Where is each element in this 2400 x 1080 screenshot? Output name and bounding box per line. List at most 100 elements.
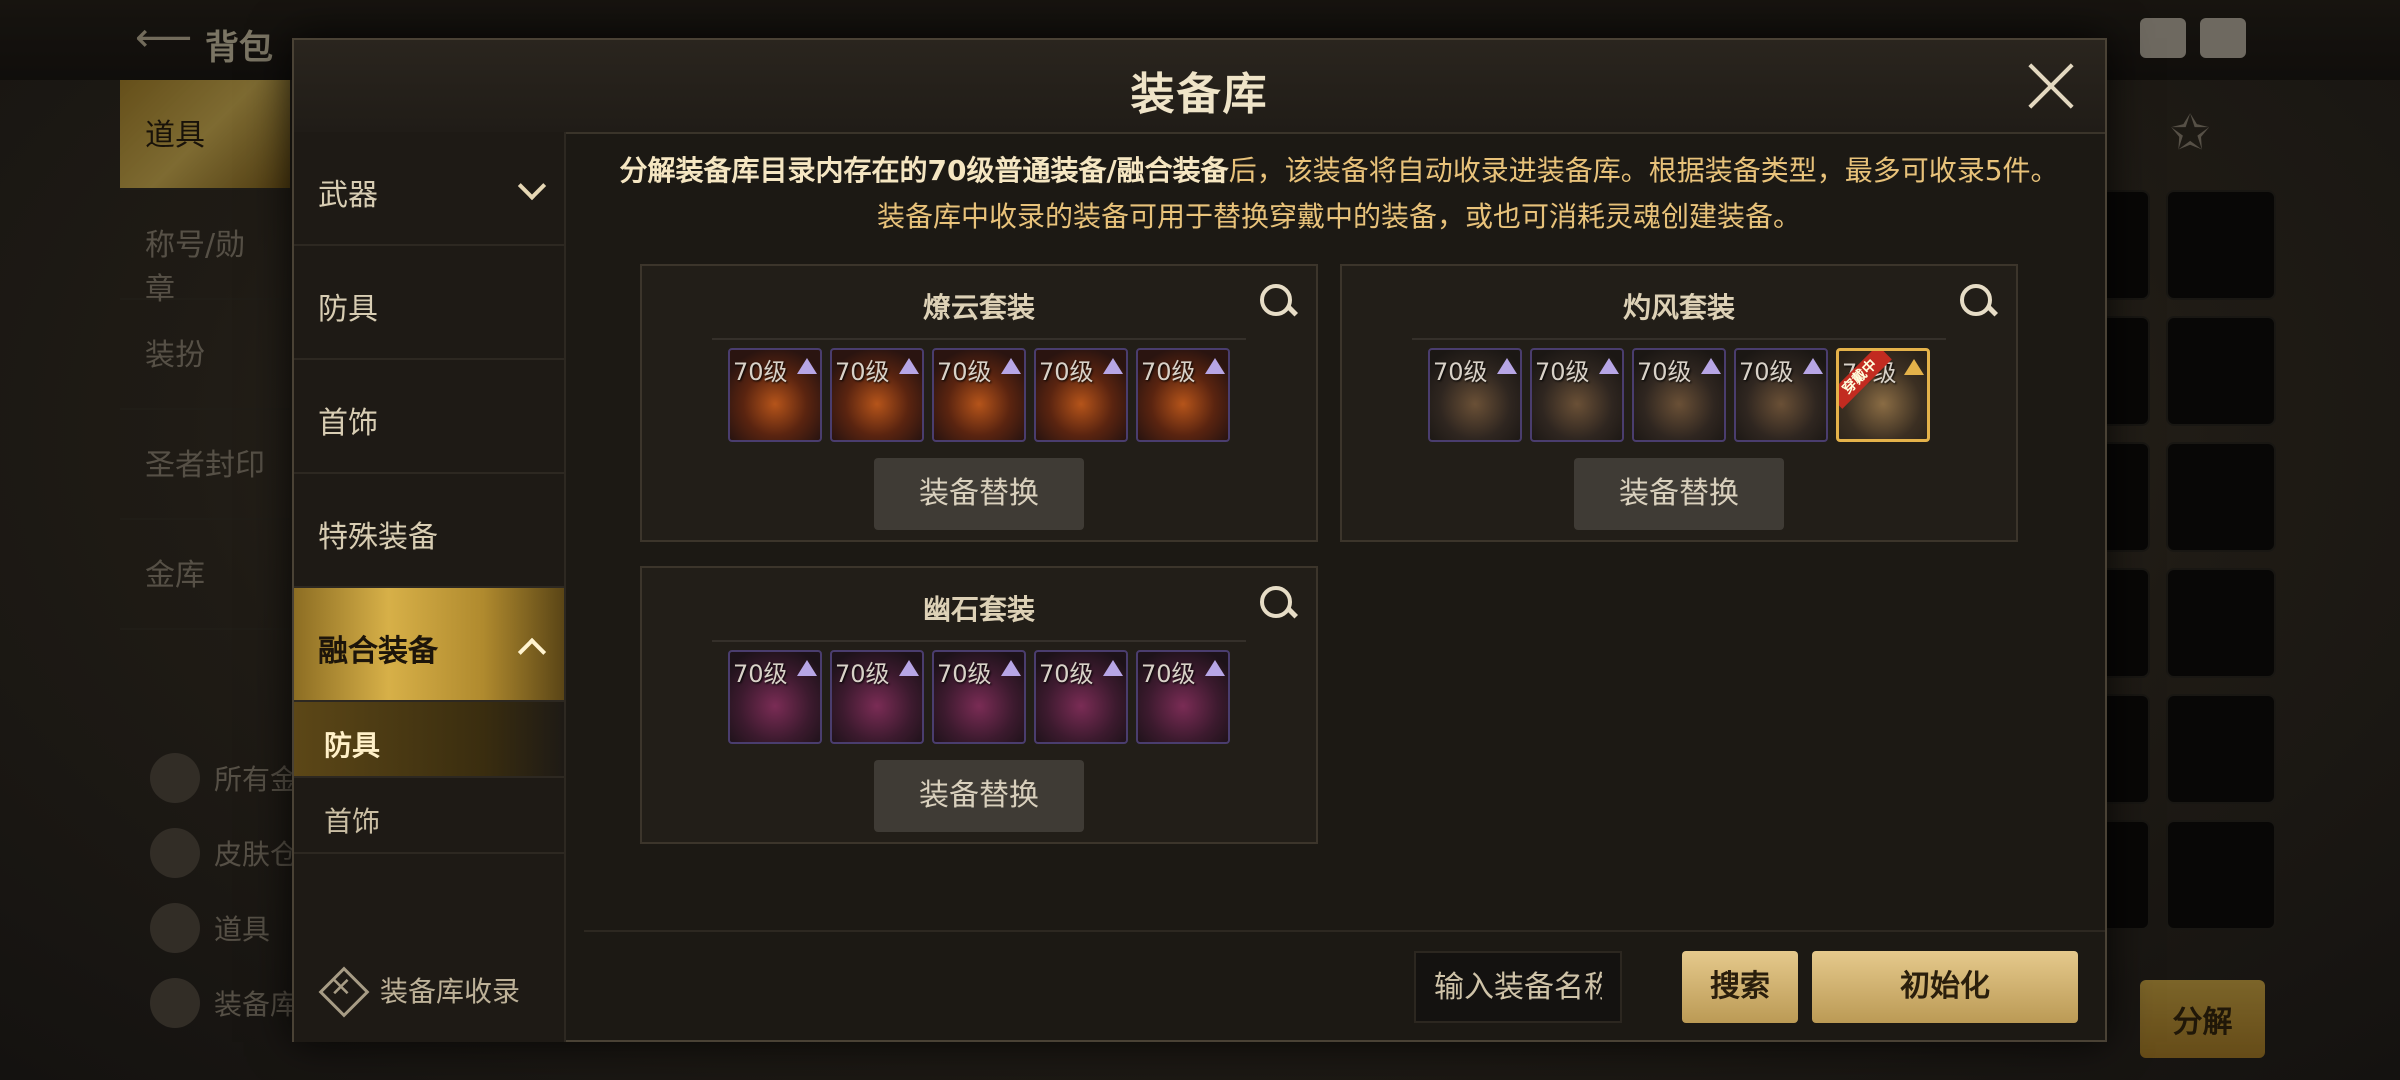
search-icon[interactable] [1258, 584, 1298, 624]
category-label: 特殊装备 [318, 520, 438, 555]
grade-triangle-icon [1701, 358, 1721, 374]
inventory-slot[interactable] [2166, 694, 2276, 804]
set-title: 灼风套装 [1622, 291, 1735, 324]
bg-bottom-label: 装备库 [214, 987, 299, 1021]
grade-triangle-icon [1103, 660, 1123, 676]
category-weapon[interactable]: 武器 [294, 132, 564, 246]
inventory-slot[interactable] [2166, 568, 2276, 678]
collection-icon [318, 966, 366, 1014]
grade-triangle-icon [899, 660, 919, 676]
search-icon[interactable] [1258, 282, 1298, 322]
equipment-slot[interactable]: 70级 [1428, 348, 1522, 442]
back-arrow-icon[interactable]: ⟵ [135, 15, 192, 61]
item-level: 70级 [1141, 358, 1196, 386]
equipment-slot[interactable]: 70级 [830, 650, 924, 744]
grade-triangle-icon [797, 358, 817, 374]
bg-nav-item[interactable]: 金库 [120, 520, 290, 630]
item-level: 70级 [1637, 358, 1692, 386]
bg-nav-item[interactable]: 圣者封印 [120, 410, 290, 520]
subcategory-armor[interactable]: 防具 [294, 702, 564, 778]
bg-nav-item[interactable]: 称号/勋章 [120, 190, 290, 307]
inventory-slot[interactable] [2166, 316, 2276, 426]
divider [712, 338, 1246, 340]
mail-icon[interactable] [2140, 18, 2186, 58]
item-level: 70级 [733, 358, 788, 386]
set-items: 70级 70级 70级 70级 70级穿戴中 [1342, 348, 2016, 442]
search-button[interactable]: 搜索 [1682, 951, 1798, 1023]
inventory-slot[interactable] [2166, 820, 2276, 930]
equipment-slot[interactable]: 70级 [1034, 348, 1128, 442]
grade-triangle-icon [1001, 358, 1021, 374]
armory-collection-link[interactable]: 装备库收录 [318, 966, 520, 1014]
description: 分解装备库目录内存在的70级普通装备/融合装备后，该装备将自动收录进装备库。根据… [584, 148, 2094, 240]
category-armor[interactable]: 防具 [294, 246, 564, 360]
inventory-slot[interactable] [2166, 442, 2276, 552]
set-items: 70级 70级 70级 70级 70级 [642, 650, 1316, 744]
search-icon[interactable] [1958, 282, 1998, 322]
category-label: 首饰 [318, 406, 378, 441]
star-icon[interactable]: ✩ [2170, 105, 2210, 161]
bg-bottom-row[interactable]: 所有金 [150, 740, 298, 815]
bg-bottom-list: 所有金 皮肤仓 道具 装备库 [150, 740, 298, 1040]
set-title: 燎云套装 [922, 291, 1035, 324]
item-level: 70级 [1039, 358, 1094, 386]
swap-equipment-button[interactable]: 装备替换 [874, 458, 1084, 530]
collection-label: 装备库收录 [380, 975, 521, 1008]
chevron-down-icon [517, 171, 547, 201]
divider [712, 640, 1246, 642]
grade-triangle-icon [1001, 660, 1021, 676]
item-level: 70级 [1739, 358, 1794, 386]
item-level: 70级 [1433, 358, 1488, 386]
grade-triangle-icon [1103, 358, 1123, 374]
armory-modal: 装备库 武器 防具 首饰 特殊装备 融合装备 防具 首饰 装备库收录 分解装备库… [292, 38, 2107, 1042]
equipment-slot[interactable]: 70级 [1034, 650, 1128, 744]
bg-nav-item[interactable]: 道具 [120, 80, 290, 190]
gold-icon [150, 752, 200, 803]
equipment-slot[interactable]: 70级 [1136, 348, 1230, 442]
equipment-slot[interactable]: 70级 [1530, 348, 1624, 442]
bg-bottom-row[interactable]: 装备库 [150, 965, 298, 1040]
bg-bottom-label: 所有金 [214, 762, 299, 796]
grade-triangle-icon [899, 358, 919, 374]
equipment-slot[interactable]: 70级 [728, 650, 822, 744]
equipment-slot[interactable]: 70级 [1136, 650, 1230, 744]
grade-triangle-icon [1803, 358, 1823, 374]
equipment-slot[interactable]: 70级 [728, 348, 822, 442]
decompose-button[interactable]: 分解 [2140, 980, 2265, 1058]
description-line-2: 装备库中收录的装备可用于替换穿戴中的装备，或也可消耗灵魂创建装备。 [876, 200, 1801, 233]
subcategory-accessory[interactable]: 首饰 [294, 778, 564, 854]
reset-button[interactable]: 初始化 [1812, 951, 2078, 1023]
equipment-slot[interactable]: 70级 [1734, 348, 1828, 442]
category-list: 武器 防具 首饰 特殊装备 融合装备 防具 首饰 装备库收录 [294, 132, 566, 1042]
category-accessory[interactable]: 首饰 [294, 360, 564, 474]
inventory-slot[interactable] [2166, 190, 2276, 300]
category-fusion[interactable]: 融合装备 [294, 588, 564, 702]
swap-equipment-button[interactable]: 装备替换 [1574, 458, 1784, 530]
grade-triangle-icon [1904, 359, 1924, 375]
close-icon[interactable] [2025, 60, 2077, 112]
item-level: 70级 [1039, 660, 1094, 688]
bg-bottom-row[interactable]: 道具 [150, 890, 298, 965]
description-line-1: 分解装备库目录内存在的70级普通装备/融合装备后，该装备将自动收录进装备库。根据… [584, 148, 2094, 194]
equipment-search-input[interactable] [1414, 951, 1622, 1023]
grade-triangle-icon [1599, 358, 1619, 374]
equipment-slot[interactable]: 70级 [1632, 348, 1726, 442]
swap-equipment-button[interactable]: 装备替换 [874, 760, 1084, 832]
equipment-slot[interactable]: 70级 [932, 348, 1026, 442]
bg-bottom-row[interactable]: 皮肤仓 [150, 815, 298, 890]
chat-icon[interactable] [2200, 18, 2246, 58]
equipment-slot[interactable]: 70级 [932, 650, 1026, 744]
item-level: 70级 [835, 660, 890, 688]
set-items: 70级 70级 70级 70级 70级 [642, 348, 1316, 442]
equipment-slot-equipped[interactable]: 70级穿戴中 [1836, 348, 1930, 442]
grade-triangle-icon [1205, 660, 1225, 676]
equipment-slot[interactable]: 70级 [830, 348, 924, 442]
category-label: 武器 [318, 178, 378, 213]
set-panel: 灼风套装 70级 70级 70级 70级 70级穿戴中 装备替换 [1340, 264, 2018, 542]
bg-nav-item[interactable]: 装扮 [120, 300, 290, 410]
grade-triangle-icon [1205, 358, 1225, 374]
item-icon [150, 902, 200, 953]
item-level: 70级 [1141, 660, 1196, 688]
category-special[interactable]: 特殊装备 [294, 474, 564, 588]
divider [1412, 338, 1946, 340]
